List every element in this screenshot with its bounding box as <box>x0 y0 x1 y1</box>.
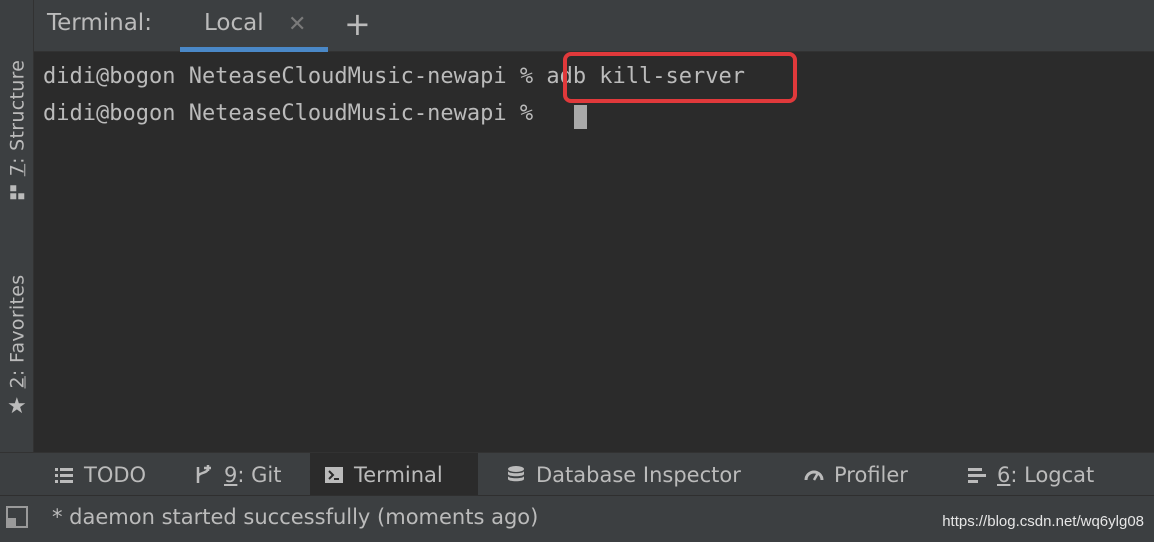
tool-git-label: : Git <box>237 462 282 487</box>
status-message: * daemon started successfully (moments a… <box>52 505 539 529</box>
structure-tool-tab[interactable]: 7: Structure <box>0 40 34 220</box>
tool-terminal[interactable]: Terminal <box>310 453 478 496</box>
gauge-icon <box>804 470 824 481</box>
watermark: https://blog.csdn.net/wq6ylg08 <box>942 513 1144 530</box>
terminal-line: didi@bogon NeteaseCloudMusic-newapi % <box>43 101 546 126</box>
prompt: didi@bogon NeteaseCloudMusic-newapi % <box>43 64 547 89</box>
tab-local-label: Local <box>204 10 264 36</box>
structure-icon <box>10 185 24 200</box>
tool-database-label: Database Inspector <box>536 462 741 487</box>
tool-profiler[interactable]: Profiler <box>790 453 922 496</box>
close-icon[interactable]: ✕ <box>288 12 306 37</box>
favorites-label: : Favorites <box>6 274 28 376</box>
git-branch-icon <box>196 464 211 483</box>
terminal-icon <box>325 466 343 483</box>
database-icon <box>508 465 524 481</box>
tool-git[interactable]: 9: Git <box>180 453 295 496</box>
tool-todo[interactable]: TODO <box>40 453 160 496</box>
command-highlight-box <box>563 52 797 103</box>
tool-git-key: 9 <box>224 462 238 487</box>
tool-terminal-label: Terminal <box>354 462 443 487</box>
text-cursor <box>574 105 587 129</box>
list-icon <box>55 467 73 483</box>
toggle-tool-windows-icon[interactable] <box>6 506 28 528</box>
structure-key: 7 <box>6 163 28 177</box>
terminal-output[interactable]: didi@bogon NeteaseCloudMusic-newapi % ad… <box>34 52 1154 452</box>
star-icon: ★ <box>6 393 28 419</box>
structure-label: : Structure <box>6 59 28 164</box>
prompt: didi@bogon NeteaseCloudMusic-newapi % <box>43 101 547 126</box>
logcat-icon <box>968 467 986 483</box>
left-tool-strip: 7: Structure ★ 2: Favorites <box>0 0 34 452</box>
tool-profiler-label: Profiler <box>834 462 908 487</box>
favorites-key: 2 <box>6 375 28 388</box>
tool-logcat[interactable]: 6: Logcat <box>953 453 1108 496</box>
tab-local[interactable]: Local ✕ <box>180 0 328 52</box>
plus-icon[interactable]: + <box>344 4 371 44</box>
terminal-title: Terminal: <box>47 10 152 36</box>
tool-database-inspector[interactable]: Database Inspector <box>492 453 755 496</box>
tool-window-bar: TODO 9: Git Terminal Database Inspector … <box>0 452 1154 496</box>
tool-logcat-label: : Logcat <box>1010 462 1095 487</box>
active-tab-indicator <box>180 47 328 52</box>
terminal-tab-header: Terminal: Local ✕ + <box>34 0 1154 52</box>
tool-todo-label: TODO <box>84 462 147 487</box>
status-bar: * daemon started successfully (moments a… <box>0 495 1154 542</box>
tool-logcat-key: 6 <box>997 462 1011 487</box>
favorites-tool-tab[interactable]: ★ 2: Favorites <box>0 255 34 435</box>
